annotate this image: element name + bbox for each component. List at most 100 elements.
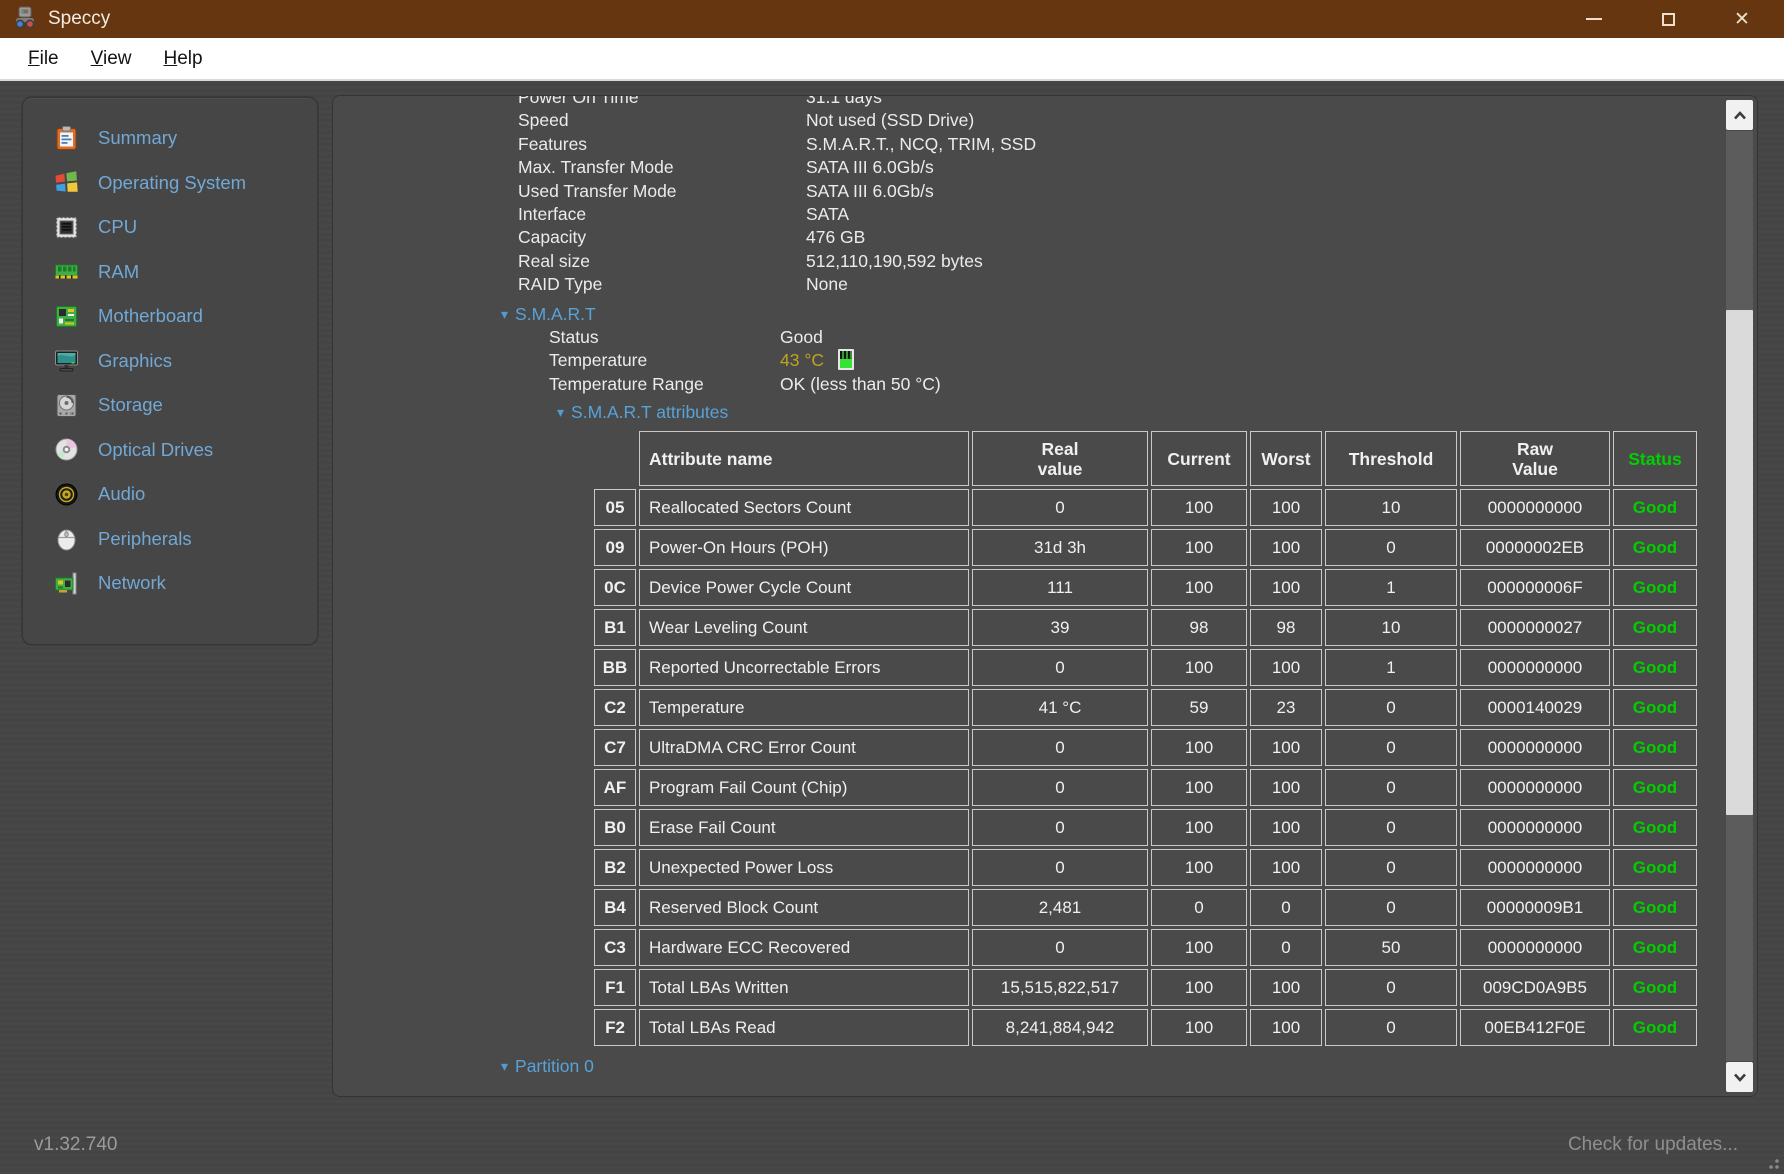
detail-value: SATA III 6.0Gb/s [806,180,934,203]
summary-icon [53,125,80,152]
table-cell: B2 [594,849,636,886]
scrollbar-down-button[interactable] [1726,1062,1753,1092]
table-row: AFProgram Fail Count (Chip)0100100000000… [594,769,1697,806]
table-header-raw-value: Raw Value [1460,431,1610,486]
table-cell: 100 [1151,769,1247,806]
maximize-button[interactable] [1640,0,1696,38]
table-cell: 100 [1151,809,1247,846]
detail-value: OK (less than 50 °C) [780,373,941,396]
detail-label: Status [518,326,780,349]
table-cell: Total LBAs Written [639,969,969,1006]
sidebar-item-network[interactable]: Network [23,561,317,606]
table-row: C3Hardware ECC Recovered0100050000000000… [594,929,1697,966]
table-cell: 100 [1250,569,1322,606]
detail-row-max-transfer-mode: Max. Transfer ModeSATA III 6.0Gb/s [518,156,1715,179]
table-cell: 100 [1250,969,1322,1006]
detail-value: S.M.A.R.T., NCQ, TRIM, SSD [806,133,1036,156]
table-cell: 100 [1151,529,1247,566]
sidebar-item-audio[interactable]: Audio [23,472,317,517]
sidebar-item-label: Graphics [98,350,172,372]
table-cell: 31d 3h [972,529,1148,566]
expander-arrow-icon[interactable]: ▾ [557,401,564,424]
storage-details: Power On Time31.1 daysSpeedNot used (SSD… [333,96,1725,1096]
table-cell: 0 [1325,689,1457,726]
table-cell: 100 [1151,849,1247,886]
scrollbar-thumb[interactable] [1726,310,1753,815]
table-cell: 98 [1151,609,1247,646]
detail-label: Temperature Range [518,373,780,396]
detail-row-temperature: Temperature43 °C [518,349,1715,372]
detail-label: Features [518,133,806,156]
sidebar-item-motherboard[interactable]: Motherboard [23,294,317,339]
scrollbar-up-button[interactable] [1726,100,1753,130]
expander-arrow-icon[interactable]: ▾ [501,303,508,326]
table-cell: F1 [594,969,636,1006]
sidebar-item-storage[interactable]: Storage [23,383,317,428]
sidebar-item-optical-drives[interactable]: Optical Drives [23,428,317,473]
table-row: 09Power-On Hours (POH)31d 3h100100000000… [594,529,1697,566]
table-cell: 100 [1151,569,1247,606]
table-cell: 10 [1325,609,1457,646]
table-cell: 100 [1250,809,1322,846]
table-cell: 0 [1250,929,1322,966]
table-cell: 0 [972,489,1148,526]
menu-help[interactable]: Help [149,44,216,74]
table-cell: 23 [1250,689,1322,726]
speccy-app-icon[interactable] [12,6,38,32]
close-button[interactable]: ✕ [1714,0,1770,38]
detail-label: Speed [518,109,806,132]
table-cell: B1 [594,609,636,646]
table-cell: 0 [1325,809,1457,846]
table-header-threshold: Threshold [1325,431,1457,486]
sidebar-item-operating-system[interactable]: Operating System [23,161,317,206]
table-cell: 98 [1250,609,1322,646]
table-cell: Good [1613,1009,1697,1046]
operating-system-icon [53,169,80,196]
table-cell: 100 [1250,649,1322,686]
table-row: C2Temperature41 °C592300000140029Good [594,689,1697,726]
section-s-m-a-r-t-attributes[interactable]: ▾S.M.A.R.T attributes [557,401,1715,424]
table-cell: 0 [1250,889,1322,926]
table-cell: Reallocated Sectors Count [639,489,969,526]
table-header-current: Current [1151,431,1247,486]
detail-label: RAID Type [518,273,806,296]
resize-grip[interactable] [1764,1154,1780,1170]
expander-arrow-icon[interactable]: ▾ [501,1055,508,1078]
menu-file[interactable]: File [14,44,73,74]
table-cell: 50 [1325,929,1457,966]
table-cell: 100 [1250,769,1322,806]
table-cell: B4 [594,889,636,926]
sidebar-item-label: Motherboard [98,305,203,327]
table-cell: Program Fail Count (Chip) [639,769,969,806]
table-cell: Reserved Block Count [639,889,969,926]
table-row: B2Unexpected Power Loss01001000000000000… [594,849,1697,886]
sidebar-item-label: Peripherals [98,528,192,550]
table-cell: Good [1613,569,1697,606]
table-cell: 1 [1325,569,1457,606]
minimize-button[interactable] [1566,0,1622,38]
table-row: B1Wear Leveling Count399898100000000027G… [594,609,1697,646]
table-cell: 0000000000 [1460,729,1610,766]
table-header-attribute-name: Attribute name [639,431,969,486]
table-cell: 100 [1250,729,1322,766]
table-cell: 100 [1250,529,1322,566]
table-cell: Good [1613,889,1697,926]
check-for-updates-link[interactable]: Check for updates... [1568,1134,1738,1156]
sidebar-item-summary[interactable]: Summary [23,116,317,161]
version-label: v1.32.740 [34,1134,117,1156]
detail-label: Power On Time [518,96,806,109]
table-cell: 1 [1325,649,1457,686]
table-cell: UltraDMA CRC Error Count [639,729,969,766]
sidebar-item-ram[interactable]: RAM [23,250,317,295]
detail-row-temperature-range: Temperature RangeOK (less than 50 °C) [518,373,1715,396]
sidebar-item-label: Summary [98,127,177,149]
detail-value: 31.1 days [806,96,882,109]
table-cell: 39 [972,609,1148,646]
menu-view[interactable]: View [77,44,146,74]
sidebar-item-peripherals[interactable]: Peripherals [23,517,317,562]
table-cell: Good [1613,849,1697,886]
section-partition-0[interactable]: ▾Partition 0 [501,1055,1715,1078]
sidebar-item-cpu[interactable]: CPU [23,205,317,250]
section-s-m-a-r-t[interactable]: ▾S.M.A.R.T [501,303,1715,326]
sidebar-item-graphics[interactable]: Graphics [23,339,317,384]
